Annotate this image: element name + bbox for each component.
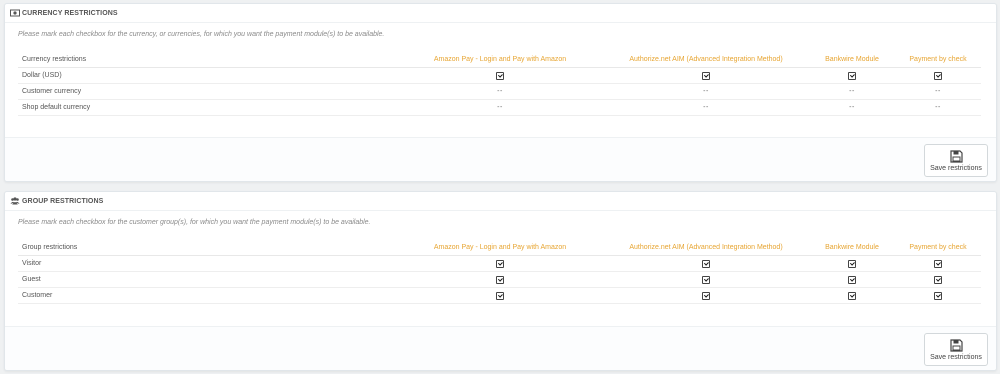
save-button-label: Save restrictions xyxy=(930,164,982,172)
save-group-restrictions-button[interactable]: Save restrictions xyxy=(924,333,988,366)
checkbox-guest-authorize-net[interactable] xyxy=(702,275,710,284)
row-label: Dollar (USD) xyxy=(18,67,397,84)
checkbox-visitor-amazon-pay[interactable] xyxy=(496,259,504,268)
save-currency-restrictions-button[interactable]: Save restrictions xyxy=(924,144,988,177)
table-row: Guest xyxy=(18,271,981,288)
group-restrictions-table: Group restrictions Amazon Pay - Login an… xyxy=(18,239,981,304)
table-header-row: Group restrictions Amazon Pay - Login an… xyxy=(18,239,981,256)
checkbox-customer-payment-by-check[interactable] xyxy=(934,291,942,300)
currency-panel-footer: Save restrictions xyxy=(5,137,996,181)
group-restrictions-title: GROUP RESTRICTIONS xyxy=(22,197,104,205)
module-header-authorize-net: Authorize.net AIM (Advanced Integration … xyxy=(603,51,809,68)
module-header-bankwire: Bankwire Module xyxy=(809,51,895,68)
floppy-disk-icon xyxy=(949,338,963,352)
not-available-dash: -- xyxy=(703,88,709,95)
module-header-payment-by-check: Payment by check xyxy=(895,51,981,68)
save-button-label: Save restrictions xyxy=(930,353,982,361)
group-panel-footer: Save restrictions xyxy=(5,326,996,370)
currency-restrictions-title: CURRENCY RESTRICTIONS xyxy=(22,9,118,17)
group-icon xyxy=(10,197,20,205)
row-label: Visitor xyxy=(18,255,397,272)
module-header-amazon-pay: Amazon Pay - Login and Pay with Amazon xyxy=(397,51,603,68)
checkbox-visitor-payment-by-check[interactable] xyxy=(934,259,942,268)
module-header-amazon-pay: Amazon Pay - Login and Pay with Amazon xyxy=(397,239,603,256)
checkbox-guest-amazon-pay[interactable] xyxy=(496,275,504,284)
not-available-dash: -- xyxy=(703,104,709,111)
row-label: Guest xyxy=(18,271,397,288)
checkbox-guest-bankwire[interactable] xyxy=(848,275,856,284)
not-available-dash: -- xyxy=(497,88,503,95)
module-header-authorize-net: Authorize.net AIM (Advanced Integration … xyxy=(603,239,809,256)
not-available-dash: -- xyxy=(849,88,855,95)
checkbox-usd-amazon-pay[interactable] xyxy=(496,71,504,80)
checkbox-usd-bankwire[interactable] xyxy=(848,71,856,80)
table-row: Customer xyxy=(18,287,981,304)
currency-restrictions-heading: CURRENCY RESTRICTIONS xyxy=(5,4,996,23)
currency-restrictions-panel: CURRENCY RESTRICTIONS Please mark each c… xyxy=(4,3,997,182)
checkbox-guest-payment-by-check[interactable] xyxy=(934,275,942,284)
currency-restrictions-table: Currency restrictions Amazon Pay - Login… xyxy=(18,51,981,116)
row-label: Customer currency xyxy=(18,83,397,100)
group-restrictions-panel: GROUP RESTRICTIONS Please mark each chec… xyxy=(4,191,997,371)
module-header-payment-by-check: Payment by check xyxy=(895,239,981,256)
table-row: Dollar (USD) xyxy=(18,67,981,84)
checkbox-customer-bankwire[interactable] xyxy=(848,291,856,300)
checkbox-visitor-authorize-net[interactable] xyxy=(702,259,710,268)
table-header-row: Currency restrictions Amazon Pay - Login… xyxy=(18,51,981,68)
checkbox-customer-authorize-net[interactable] xyxy=(702,291,710,300)
currency-help-text: Please mark each checkbox for the curren… xyxy=(18,31,385,38)
not-available-dash: -- xyxy=(935,88,941,95)
currency-column-header: Currency restrictions xyxy=(18,51,397,68)
group-restrictions-heading: GROUP RESTRICTIONS xyxy=(5,192,996,211)
table-row: Visitor xyxy=(18,255,981,272)
row-label: Customer xyxy=(18,287,397,304)
module-header-bankwire: Bankwire Module xyxy=(809,239,895,256)
table-row: Shop default currency -- -- -- -- xyxy=(18,99,981,116)
group-help-text: Please mark each checkbox for the custom… xyxy=(18,219,371,226)
checkbox-usd-payment-by-check[interactable] xyxy=(934,71,942,80)
not-available-dash: -- xyxy=(935,104,941,111)
money-icon xyxy=(10,9,20,17)
not-available-dash: -- xyxy=(497,104,503,111)
row-label: Shop default currency xyxy=(18,99,397,116)
checkbox-visitor-bankwire[interactable] xyxy=(848,259,856,268)
floppy-disk-icon xyxy=(949,149,963,163)
not-available-dash: -- xyxy=(849,104,855,111)
checkbox-usd-authorize-net[interactable] xyxy=(702,71,710,80)
checkbox-customer-amazon-pay[interactable] xyxy=(496,291,504,300)
group-column-header: Group restrictions xyxy=(18,239,397,256)
table-row: Customer currency -- -- -- -- xyxy=(18,83,981,100)
